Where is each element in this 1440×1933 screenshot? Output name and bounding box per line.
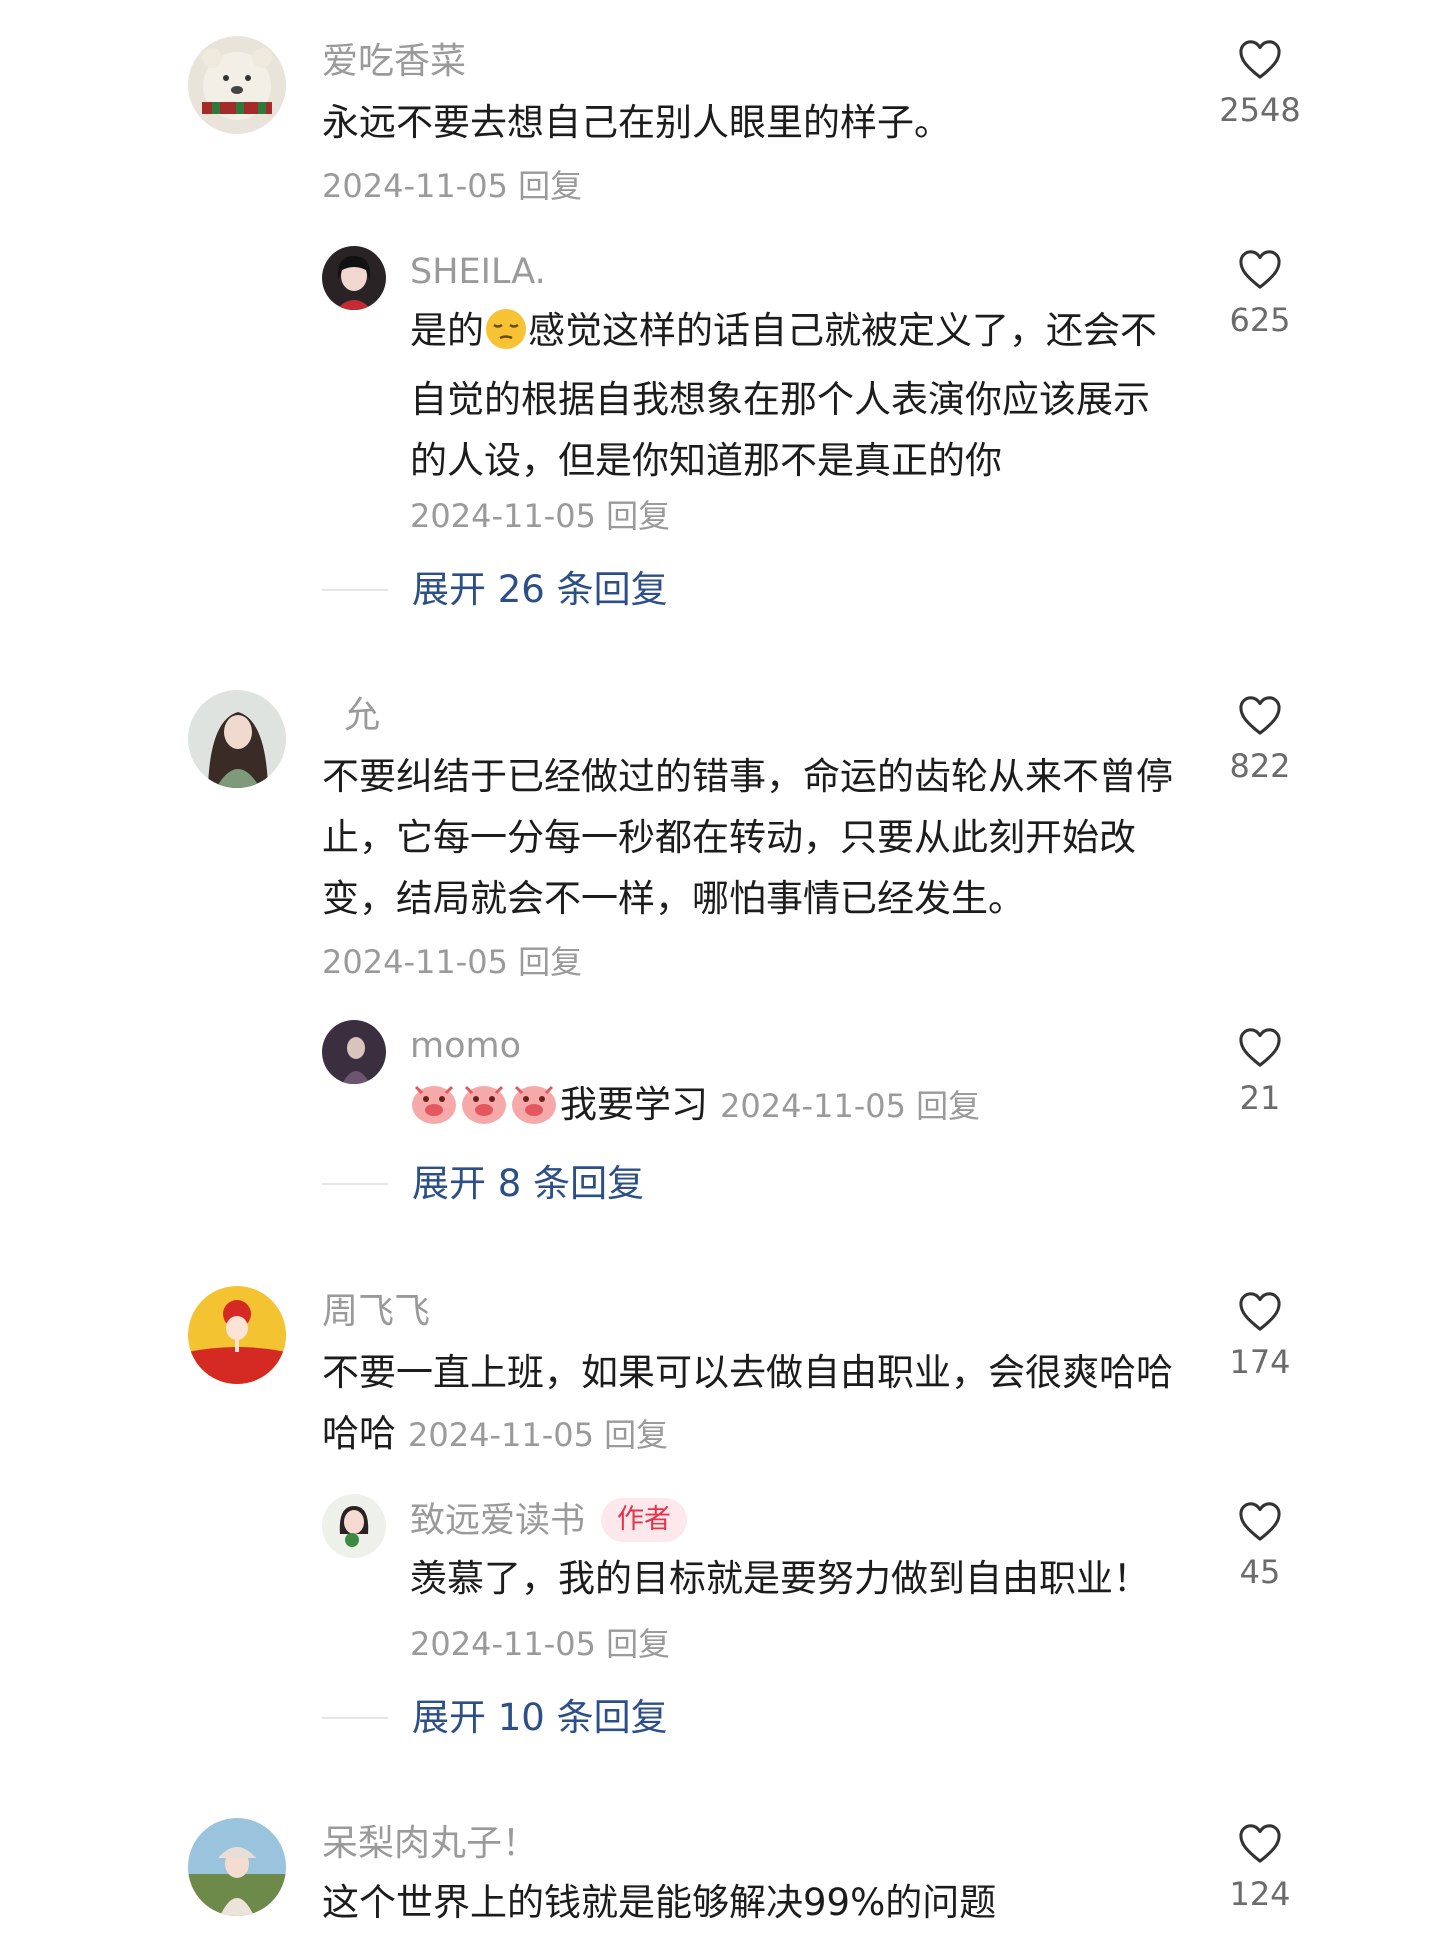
expand-replies-button[interactable]: 展开 26 条回复 [322, 566, 668, 614]
heart-icon [1239, 250, 1281, 289]
like-button[interactable]: 21 [1185, 1026, 1335, 1118]
comment-username[interactable]: 允 [344, 694, 380, 738]
heart-icon [1239, 1824, 1281, 1863]
reply-meta: 2024-11-05 回复 [720, 1087, 980, 1125]
comment-date: 2024-11-05 [322, 167, 508, 205]
author-badge: 作者 [601, 1498, 688, 1542]
reply-text-start: 是的 [410, 309, 484, 352]
reply-meta: 2024-11-05 回复 [410, 1624, 670, 1664]
like-button[interactable]: 822 [1185, 694, 1335, 786]
expand-replies-button[interactable]: 展开 8 条回复 [322, 1160, 644, 1208]
reply-date: 2024-11-05 [720, 1087, 906, 1125]
comment-date: 2024-11-05 [408, 1416, 594, 1454]
reply-text: 羡慕了，我的目标就是要努力做到自由职业！ [410, 1557, 1150, 1600]
reply-button[interactable]: 回复 [604, 1416, 668, 1454]
avatar[interactable] [188, 36, 286, 134]
divider [322, 589, 388, 591]
avatar[interactable] [322, 1020, 386, 1084]
like-button[interactable]: 2548 [1185, 38, 1335, 130]
comment-text: 这个世界上的钱就是能够解决99%的问题 [322, 1881, 997, 1924]
avatar[interactable] [322, 246, 386, 310]
like-count: 174 [1229, 1343, 1291, 1381]
reply-date: 2024-11-05 [410, 1625, 596, 1663]
comment-username[interactable]: 呆梨肉丸子！ [322, 1822, 538, 1866]
like-count: 21 [1239, 1079, 1281, 1117]
reply-button[interactable]: 回复 [916, 1087, 980, 1125]
comment-text: 永远不要去想自己在别人眼里的样子。 [322, 101, 951, 144]
heart-icon [1239, 40, 1281, 79]
heart-icon [1239, 696, 1281, 735]
expand-replies-label[interactable]: 展开 26 条回复 [412, 566, 668, 614]
like-button[interactable]: 124 [1185, 1822, 1335, 1914]
reply-username[interactable]: momo [410, 1024, 521, 1068]
like-button[interactable]: 45 [1185, 1500, 1335, 1592]
reply-button[interactable]: 回复 [518, 167, 582, 205]
comment-text: 不要纠结于已经做过的错事，命运的齿轮从来不曾停止，它每一分每一秒都在转动，只要从… [322, 755, 1173, 920]
reply-button[interactable]: 回复 [606, 497, 670, 535]
avatar[interactable] [188, 1286, 286, 1384]
reply-button[interactable]: 回复 [518, 943, 582, 981]
like-count: 124 [1229, 1875, 1291, 1913]
like-button[interactable]: 174 [1185, 1290, 1335, 1382]
expand-replies-label[interactable]: 展开 10 条回复 [412, 1694, 668, 1742]
heart-icon [1239, 1028, 1281, 1067]
reply-text: 我要学习 2024-11-05 回复 [410, 1074, 1180, 1143]
comment-meta: 2024-11-05 回复 [322, 166, 582, 206]
reply-text-body: 我要学习 [560, 1083, 708, 1126]
reply-username-row: 致远爱读书 作者 [410, 1498, 688, 1543]
like-count: 822 [1229, 747, 1291, 785]
like-button[interactable]: 625 [1185, 248, 1335, 340]
like-count: 625 [1229, 301, 1291, 339]
reply-text: 是的 感觉这样的话自己就被定义了，还会不自觉的根据自我想象在那个人表演你应该展示的… [410, 300, 1180, 491]
comment-username[interactable]: 爱吃香菜 [322, 40, 466, 84]
comment-date: 2024-11-05 [322, 943, 508, 981]
avatar[interactable] [188, 690, 286, 788]
comment-meta: 2024-11-05 回复 [408, 1416, 668, 1454]
reply-username[interactable]: 致远爱读书 [410, 1501, 585, 1541]
reply-button[interactable]: 回复 [606, 1625, 670, 1663]
comment-meta: 2024-11-05 回复 [322, 942, 582, 982]
reply-username[interactable]: SHEILA. [410, 250, 546, 294]
reply-meta: 2024-11-05 回复 [410, 496, 670, 536]
divider [322, 1183, 388, 1185]
comment-text: 不要一直上班，如果可以去做自由职业，会很爽哈哈哈哈 2024-11-05 回复 [322, 1342, 1182, 1466]
divider [322, 1717, 388, 1719]
like-count: 2548 [1219, 91, 1301, 129]
heart-icon [1239, 1292, 1281, 1331]
expand-replies-button[interactable]: 展开 10 条回复 [322, 1694, 668, 1742]
expand-replies-label[interactable]: 展开 8 条回复 [412, 1160, 644, 1208]
crying-pig-emoji [410, 1077, 560, 1143]
pensive-face-emoji [484, 307, 528, 369]
avatar[interactable] [322, 1494, 386, 1558]
comment-username[interactable]: 周飞飞 [322, 1290, 430, 1334]
like-count: 45 [1239, 1553, 1281, 1591]
reply-date: 2024-11-05 [410, 497, 596, 535]
avatar[interactable] [188, 1818, 286, 1916]
heart-icon [1239, 1502, 1281, 1541]
